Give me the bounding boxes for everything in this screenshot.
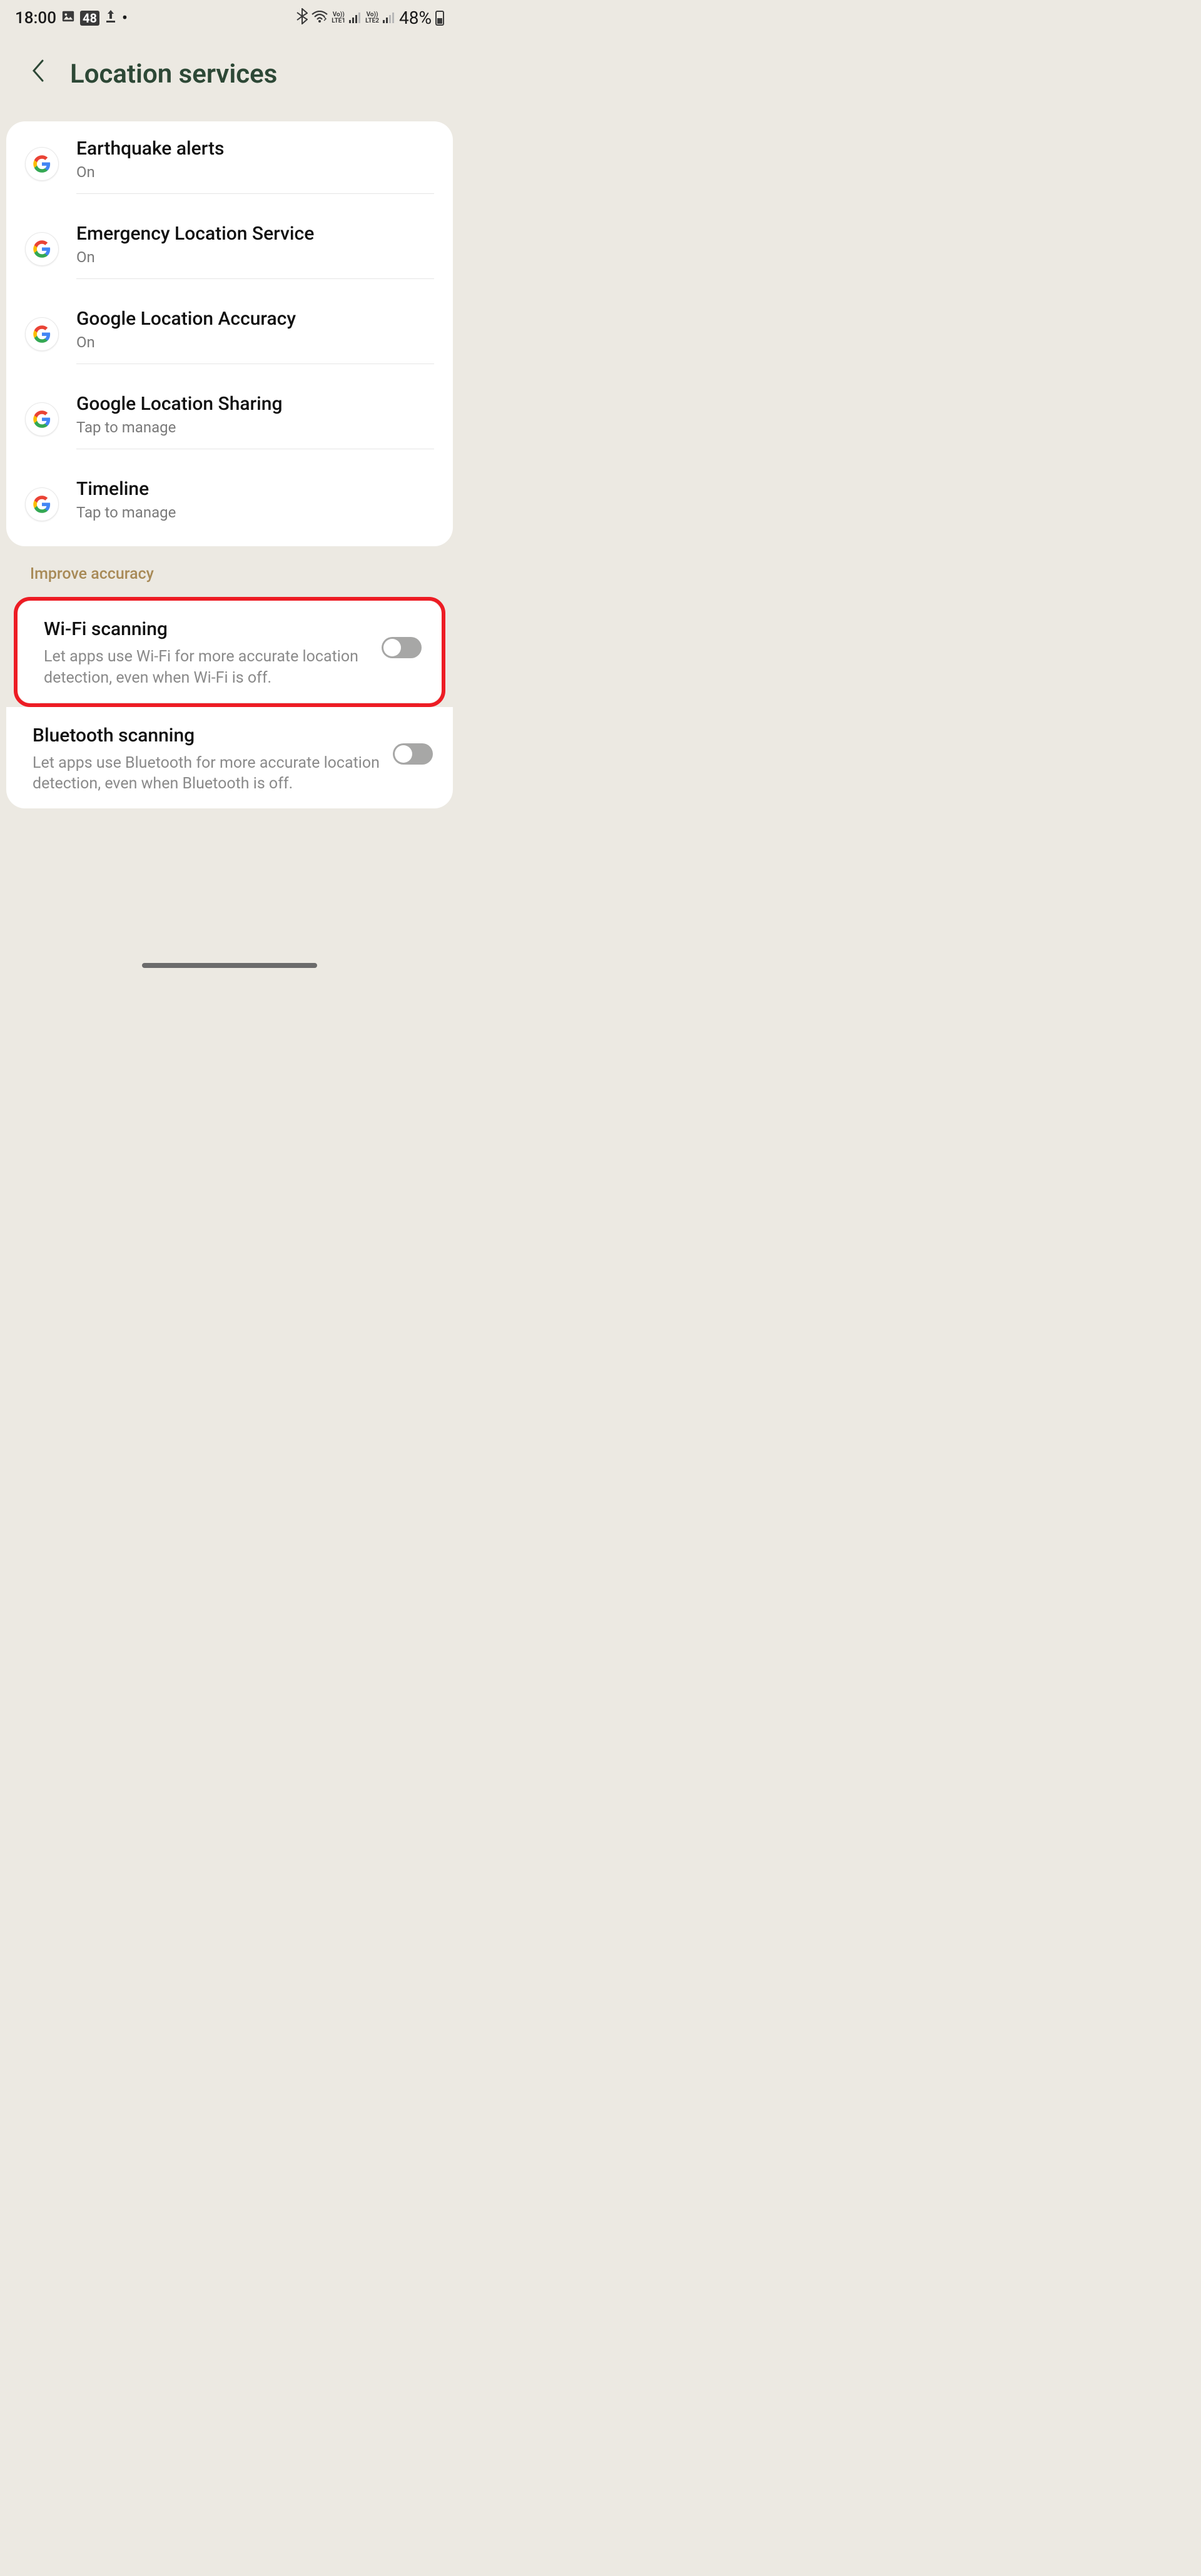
signal-bars-1-icon [349,9,362,27]
row-title: Earthquake alerts [76,138,434,160]
clock: 18:00 [15,9,56,28]
bluetooth-scanning-title: Bluetooth scanning [33,725,380,746]
row-bluetooth-scanning[interactable]: Bluetooth scanning Let apps use Bluetoot… [6,707,453,809]
row-earthquake-alerts[interactable]: Earthquake alerts On [6,121,453,206]
row-title: Google Location Sharing [76,393,434,415]
page-title: Location services [70,59,277,89]
gallery-icon [61,9,75,28]
battery-icon [435,11,444,26]
google-icon [25,402,59,436]
google-icon [25,232,59,266]
row-wifi-scanning[interactable]: Wi-Fi scanning Let apps use Wi-Fi for mo… [18,601,442,703]
upload-icon [104,9,117,28]
wifi-scanning-toggle[interactable] [382,637,422,658]
row-subtitle: On [76,333,434,351]
row-title: Timeline [76,478,434,500]
wifi-icon [312,9,328,27]
notification-count-badge: 48 [80,11,99,26]
back-button[interactable] [30,58,45,90]
row-subtitle: On [76,248,434,266]
navigation-handle[interactable] [142,963,317,968]
google-services-card: Earthquake alerts On Emergency Location … [6,121,453,546]
row-title: Google Location Accuracy [76,308,434,330]
status-bar: 18:00 48 • Vo))LTE1 Vo))LT [0,0,459,33]
signal-bars-2-icon [383,9,395,27]
lte1-label: Vo))LTE1 [332,12,345,24]
row-timeline[interactable]: Timeline Tap to manage [6,462,453,546]
bluetooth-scanning-description: Let apps use Bluetooth for more accurate… [33,753,380,795]
bluetooth-icon [296,8,308,28]
google-icon [25,317,59,351]
row-subtitle: On [76,163,434,181]
wifi-scanning-description: Let apps use Wi-Fi for more accurate loc… [44,646,369,689]
lte2-label: Vo))LTE2 [365,12,379,24]
highlight-box: Wi-Fi scanning Let apps use Wi-Fi for mo… [14,597,445,707]
google-icon [25,147,59,181]
row-emergency-location[interactable]: Emergency Location Service On [6,206,453,292]
wifi-scanning-title: Wi-Fi scanning [44,618,369,640]
more-notifications-dot: • [122,9,128,28]
bluetooth-scanning-toggle[interactable] [393,743,433,765]
row-location-accuracy[interactable]: Google Location Accuracy On [6,292,453,377]
row-location-sharing[interactable]: Google Location Sharing Tap to manage [6,377,453,462]
battery-percentage: 48% [399,8,432,28]
row-subtitle: Tap to manage [76,419,434,436]
google-icon [25,487,59,521]
row-title: Emergency Location Service [76,223,434,245]
row-subtitle: Tap to manage [76,504,434,521]
section-header-improve-accuracy: Improve accuracy [0,546,459,597]
